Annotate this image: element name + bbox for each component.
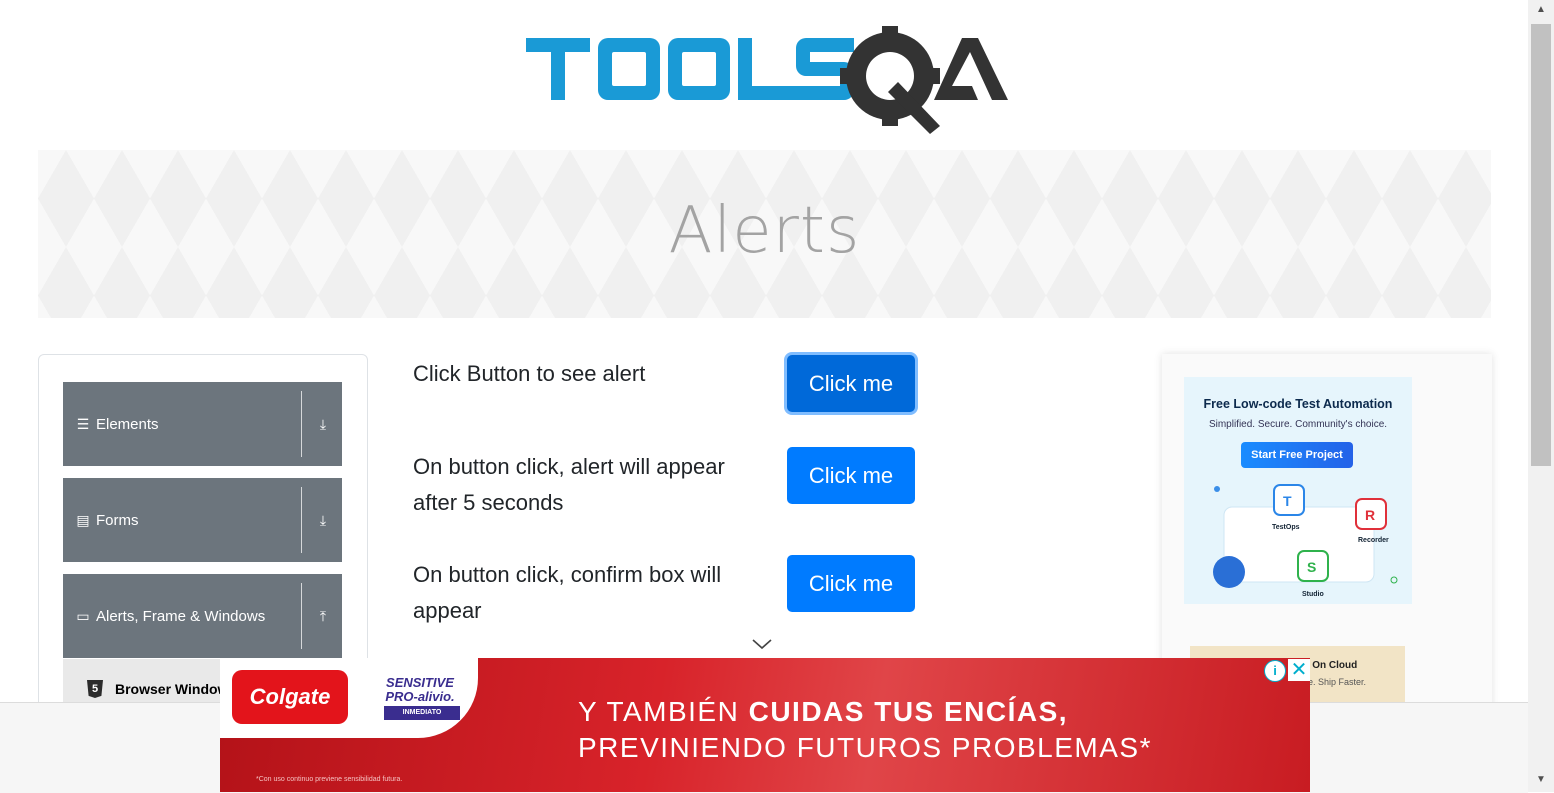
ad-logo-panel: Colgate SENSITIVE PRO-alivio. INMEDIATO	[220, 658, 478, 738]
ad-cta-button[interactable]: Start Free Project	[1241, 442, 1353, 468]
product-logo: SENSITIVE PRO-alivio. INMEDIATO	[370, 676, 470, 720]
svg-text:R: R	[1365, 507, 1375, 523]
ad-headline-1: Y TAMBIÉN CUIDAS TUS ENCÍAS,	[578, 696, 1068, 728]
page-scrollbar[interactable]: ▲ ▼	[1528, 0, 1554, 792]
sidebar-group-label: Elements	[96, 415, 159, 433]
window-icon: ▭	[76, 607, 90, 624]
ad-label: Recorder	[1358, 537, 1389, 544]
ad-headline-1-normal: Y TAMBIÉN	[578, 696, 749, 727]
ad-title: Free Low-code Test Automation	[1203, 397, 1393, 411]
download-icon: ⤓	[319, 511, 327, 528]
product-tag: INMEDIATO	[384, 706, 460, 720]
page-title: Alerts	[668, 194, 861, 268]
ad-label: Studio	[1302, 591, 1324, 598]
upload-icon: ⤒	[319, 607, 327, 624]
download-icon: ⤓	[319, 415, 327, 432]
ad-info-icon[interactable]: i	[1264, 660, 1286, 682]
divider	[301, 391, 302, 457]
scroll-down-icon[interactable]: ▼	[1528, 772, 1554, 788]
ad-katalon[interactable]: Free Low-code Test Automation Simplified…	[1184, 377, 1412, 604]
ad-headline-1-bold: CUIDAS TUS ENCÍAS,	[748, 696, 1069, 727]
ad-label: TestOps	[1272, 524, 1300, 531]
product-line2: PRO-alivio.	[385, 689, 455, 704]
colgate-logo: Colgate	[232, 670, 348, 724]
divider	[301, 583, 302, 649]
confirm-row-label: On button click, confirm box will appear	[413, 562, 722, 623]
sidebar-group-label: Alerts, Frame & Windows	[96, 607, 266, 625]
scroll-up-icon[interactable]: ▲	[1528, 2, 1554, 18]
bottom-ad-banner[interactable]: Colgate SENSITIVE PRO-alivio. INMEDIATO …	[220, 658, 1310, 792]
ad-close-icon[interactable]: ✕	[1288, 659, 1310, 681]
alert-row-label: Click Button to see alert	[413, 361, 646, 386]
page-banner: Alerts	[38, 150, 1491, 318]
sidebar-item-label: Browser Windows	[115, 681, 237, 697]
sidebar-group-forms[interactable]: ▤ Forms ⤓	[63, 478, 342, 562]
document-icon: ▤	[76, 511, 90, 528]
html5-icon: 5	[87, 680, 103, 698]
svg-text:S: S	[1307, 559, 1316, 575]
timer-alert-button[interactable]: Click me	[787, 447, 915, 504]
ad-subtitle: Simplified. Secure. Community's choice.	[1208, 419, 1388, 430]
product-line1: SENSITIVE	[386, 675, 454, 690]
ad-card2-subtitle: e. Ship Faster.	[1308, 677, 1367, 687]
sidebar-group-alerts-frame-windows[interactable]: ▭ Alerts, Frame & Windows ⤒	[63, 574, 342, 658]
ad-headline-2: PREVINIENDO FUTUROS PROBLEMAS*	[578, 732, 1152, 763]
confirm-button[interactable]: Click me	[787, 555, 915, 612]
hamburger-icon: ☰	[76, 415, 90, 432]
timer-alert-row-label: On button click, alert will appear after…	[413, 454, 725, 515]
scrollbar-thumb[interactable]	[1531, 24, 1551, 466]
ad-fineprint: *Con uso continuo previene sensibilidad …	[256, 776, 403, 783]
divider	[301, 487, 302, 553]
alert-button[interactable]: Click me	[787, 355, 915, 412]
chevron-down-icon	[752, 639, 772, 650]
toolsqa-logo[interactable]	[526, 22, 1010, 136]
svg-text:T: T	[1283, 493, 1292, 509]
sidebar-group-elements[interactable]: ☰ Elements ⤓	[63, 382, 342, 466]
sidebar-group-label: Forms	[96, 511, 139, 529]
